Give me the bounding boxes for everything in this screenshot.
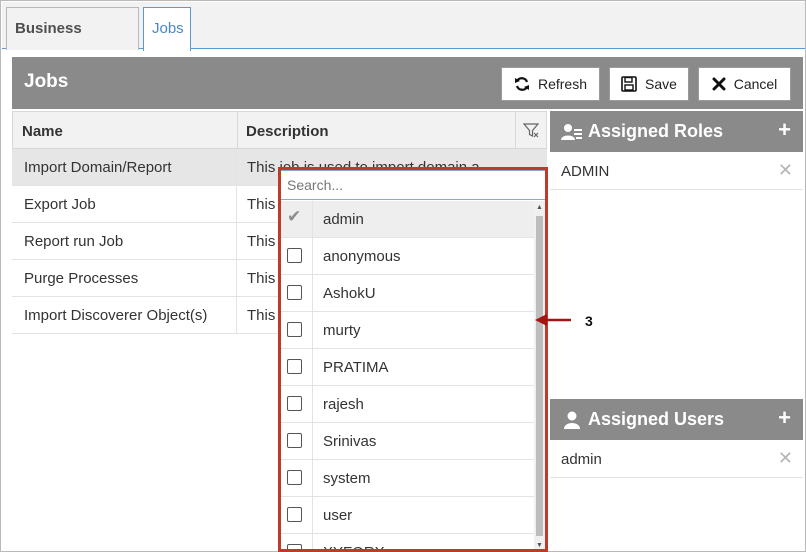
option-label: user bbox=[323, 507, 353, 524]
tab-bar: Business Objects Jobs bbox=[2, 2, 805, 79]
dropdown-search-input[interactable] bbox=[281, 170, 545, 200]
checkbox[interactable] bbox=[287, 396, 302, 411]
user-selection-dropdown: ✔ admin anonymous AshokU murty PRATIMA bbox=[278, 167, 548, 552]
scroll-up-icon[interactable]: ▲ bbox=[536, 204, 543, 211]
option-label: rajesh bbox=[323, 396, 364, 413]
option-label: murty bbox=[323, 322, 361, 339]
refresh-button-label: Refresh bbox=[537, 76, 588, 92]
dropdown-option-user[interactable]: user bbox=[281, 497, 536, 534]
app-window: Business Objects Jobs Jobs Refresh Save bbox=[0, 0, 806, 552]
checkbox[interactable] bbox=[287, 433, 302, 448]
cell-divider bbox=[236, 260, 237, 296]
tab-jobs[interactable]: Jobs bbox=[143, 7, 191, 51]
assigned-roles-title: Assigned Roles bbox=[588, 121, 724, 141]
assigned-users-header: Assigned Users + bbox=[550, 399, 803, 440]
option-divider bbox=[312, 386, 313, 422]
column-header-name[interactable]: Name bbox=[22, 123, 63, 140]
checkbox[interactable] bbox=[287, 248, 302, 263]
job-name: Export Job bbox=[24, 196, 96, 213]
dropdown-option-anonymous[interactable]: anonymous bbox=[281, 238, 536, 275]
dropdown-option-ashoku[interactable]: AshokU bbox=[281, 275, 536, 312]
checkbox[interactable] bbox=[287, 470, 302, 485]
cell-divider bbox=[236, 186, 237, 222]
table-header: Name Description bbox=[12, 111, 547, 149]
add-role-icon[interactable]: + bbox=[778, 117, 791, 143]
jobs-panel-title: Jobs bbox=[24, 71, 69, 92]
cell-divider bbox=[236, 297, 237, 333]
checkbox[interactable] bbox=[287, 285, 302, 300]
option-divider bbox=[312, 534, 313, 549]
filter-icon[interactable] bbox=[523, 122, 539, 138]
dropdown-option-rajesh[interactable]: rajesh bbox=[281, 386, 536, 423]
save-button-label: Save bbox=[645, 76, 677, 92]
user-icon bbox=[564, 411, 580, 429]
column-divider bbox=[515, 112, 516, 149]
option-label: Srinivas bbox=[323, 433, 377, 450]
column-divider bbox=[237, 112, 238, 149]
dropdown-option-admin[interactable]: ✔ admin bbox=[281, 201, 536, 238]
checkbox[interactable] bbox=[287, 507, 302, 522]
dropdown-option-xyforx[interactable]: XYFORX bbox=[281, 534, 536, 549]
option-divider bbox=[312, 312, 313, 348]
job-name: Purge Processes bbox=[24, 270, 139, 287]
option-divider bbox=[312, 201, 313, 237]
cancel-button[interactable]: Cancel bbox=[698, 67, 791, 101]
save-icon bbox=[621, 76, 637, 92]
remove-user-icon[interactable]: ✕ bbox=[778, 448, 793, 469]
cancel-button-label: Cancel bbox=[733, 76, 778, 92]
option-label: system bbox=[323, 470, 371, 487]
assigned-users-title: Assigned Users bbox=[588, 409, 725, 429]
refresh-button[interactable]: Refresh bbox=[501, 67, 600, 101]
tab-business-objects[interactable]: Business Objects bbox=[6, 7, 139, 79]
scrollbar-thumb[interactable] bbox=[536, 216, 543, 536]
refresh-icon bbox=[514, 77, 529, 91]
option-divider bbox=[312, 238, 313, 274]
user-list-item: admin ✕ bbox=[550, 440, 803, 478]
close-icon bbox=[712, 77, 726, 91]
job-name: Import Domain/Report bbox=[24, 159, 172, 176]
dropdown-option-murty[interactable]: murty bbox=[281, 312, 536, 349]
cell-divider bbox=[236, 223, 237, 259]
jobs-panel-header: Jobs Refresh Save Cancel bbox=[12, 57, 803, 109]
checkbox[interactable] bbox=[287, 544, 302, 549]
dropdown-option-system[interactable]: system bbox=[281, 460, 536, 497]
option-divider bbox=[312, 275, 313, 311]
dropdown-option-pratima[interactable]: PRATIMA bbox=[281, 349, 536, 386]
checkbox[interactable] bbox=[287, 322, 302, 337]
add-user-icon[interactable]: + bbox=[778, 405, 791, 431]
dropdown-scrollbar[interactable]: ▲ ▼ bbox=[534, 201, 545, 549]
column-header-description[interactable]: Description bbox=[246, 123, 329, 140]
cell-divider bbox=[236, 149, 237, 185]
roles-icon bbox=[561, 124, 582, 140]
option-label: AshokU bbox=[323, 285, 376, 302]
checkbox[interactable] bbox=[287, 359, 302, 374]
annotation-label: 3 bbox=[585, 313, 593, 329]
save-button[interactable]: Save bbox=[609, 67, 689, 101]
option-divider bbox=[312, 423, 313, 459]
option-divider bbox=[312, 497, 313, 533]
checkbox-checked-icon[interactable]: ✔ bbox=[287, 207, 301, 227]
option-divider bbox=[312, 460, 313, 496]
assigned-roles-header: Assigned Roles + bbox=[550, 111, 803, 152]
job-name: Import Discoverer Object(s) bbox=[24, 307, 208, 324]
remove-role-icon[interactable]: ✕ bbox=[778, 160, 793, 181]
dropdown-option-srinivas[interactable]: Srinivas bbox=[281, 423, 536, 460]
annotation-arrow-icon bbox=[535, 314, 571, 326]
option-label: PRATIMA bbox=[323, 359, 389, 376]
user-name: admin bbox=[561, 451, 602, 468]
option-label: admin bbox=[323, 211, 364, 228]
role-name: ADMIN bbox=[561, 163, 610, 180]
role-list-item: ADMIN ✕ bbox=[550, 152, 803, 190]
option-divider bbox=[312, 349, 313, 385]
scroll-down-icon[interactable]: ▼ bbox=[536, 542, 543, 549]
option-label: XYFORX bbox=[323, 544, 385, 549]
option-label: anonymous bbox=[323, 248, 401, 265]
job-name: Report run Job bbox=[24, 233, 124, 250]
